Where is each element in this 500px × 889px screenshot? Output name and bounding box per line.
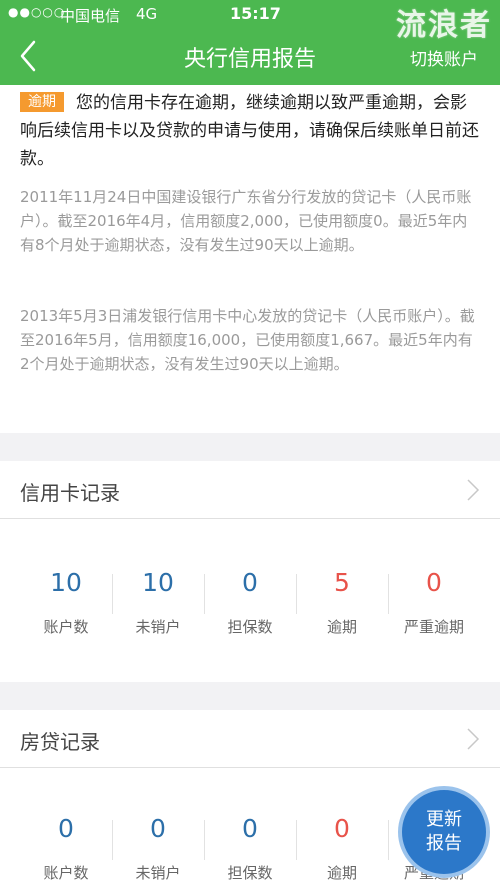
overdue-badge: 逾期 — [20, 92, 64, 112]
stat-label: 担保数 — [227, 864, 273, 882]
overdue-message: 您的信用卡存在逾期，继续逾期以致严重逾期，会影响后续信用卡以及贷款的申请与使用，… — [20, 93, 479, 169]
credit-card-record-header[interactable]: 信用卡记录 — [0, 461, 500, 519]
stat-label: 未销户 — [135, 618, 181, 636]
stat-serious-overdue: 0 严重逾期 — [388, 564, 480, 644]
carrier-name: 中国电信 — [60, 7, 121, 25]
switch-account-button[interactable]: 切换账户 — [410, 45, 478, 70]
stat-accounts: 10 账户数 — [20, 564, 112, 644]
section-title: 房贷记录 — [20, 730, 100, 754]
chevron-right-icon — [467, 728, 480, 750]
refresh-label-line2: 报告 — [426, 833, 462, 854]
refresh-label-line1: 更新 — [426, 809, 462, 830]
overdue-detail: 2013年5月3日浦发银行信用卡中心发放的贷记卡（人民币账户）。截至2016年5… — [20, 307, 475, 373]
stat-label: 账户数 — [43, 618, 89, 636]
overdue-message-block: 逾期 您的信用卡存在逾期，继续逾期以致严重逾期，会影响后续信用卡以及贷款的申请与使… — [20, 89, 480, 173]
stat-value: 0 — [242, 814, 258, 843]
stat-overdue: 5 逾期 — [296, 564, 388, 644]
chevron-right-icon — [467, 479, 480, 501]
mortgage-record-header[interactable]: 房贷记录 — [0, 710, 500, 768]
stat-value: 0 — [426, 568, 442, 597]
network-type: 4G — [136, 5, 158, 23]
overdue-notice: 逾期 您的信用卡存在逾期，继续逾期以致严重逾期，会影响后续信用卡以及贷款的申请与使… — [0, 85, 500, 433]
stat-value: 10 — [142, 568, 174, 597]
stat-accounts: 0 账户数 — [20, 810, 112, 889]
stat-label: 逾期 — [326, 618, 357, 636]
status-time: 15:17 — [230, 4, 281, 23]
stat-guarantee: 0 担保数 — [204, 564, 296, 644]
refresh-report-button[interactable]: 更新 报告 — [398, 786, 490, 878]
stat-overdue: 0 逾期 — [296, 810, 388, 889]
status-bar: ●●○○○ 中国电信 4G 15:17 流浪者 — [0, 0, 500, 43]
stat-label: 未销户 — [135, 864, 181, 882]
nav-bar: 央行信用报告 切换账户 — [0, 28, 500, 85]
stat-label: 担保数 — [227, 618, 273, 636]
signal-strength-icon: ●●○○○ — [8, 5, 66, 19]
stat-open: 10 未销户 — [112, 564, 204, 644]
stat-value: 0 — [334, 814, 350, 843]
stat-value: 5 — [334, 568, 350, 597]
stat-value: 0 — [58, 814, 74, 843]
credit-card-stats: 10 账户数 10 未销户 0 担保数 5 逾期 0 严重逾期 — [0, 564, 500, 664]
app-header: ●●○○○ 中国电信 4G 15:17 流浪者 央行信用报告 切换账户 — [0, 0, 500, 85]
stat-label: 严重逾期 — [403, 618, 464, 636]
stat-open: 0 未销户 — [112, 810, 204, 889]
section-title: 信用卡记录 — [20, 481, 120, 505]
stat-value: 0 — [150, 814, 166, 843]
credit-card-record-section: 信用卡记录 10 账户数 10 未销户 0 担保数 5 逾期 0 严重逾期 — [0, 461, 500, 682]
stat-label: 逾期 — [326, 864, 357, 882]
overdue-detail: 2011年11月24日中国建设银行广东省分行发放的贷记卡（人民币账户）。截至20… — [20, 188, 472, 254]
stat-label: 账户数 — [43, 864, 89, 882]
stat-value: 10 — [50, 568, 82, 597]
stat-guarantee: 0 担保数 — [204, 810, 296, 889]
stat-value: 0 — [242, 568, 258, 597]
